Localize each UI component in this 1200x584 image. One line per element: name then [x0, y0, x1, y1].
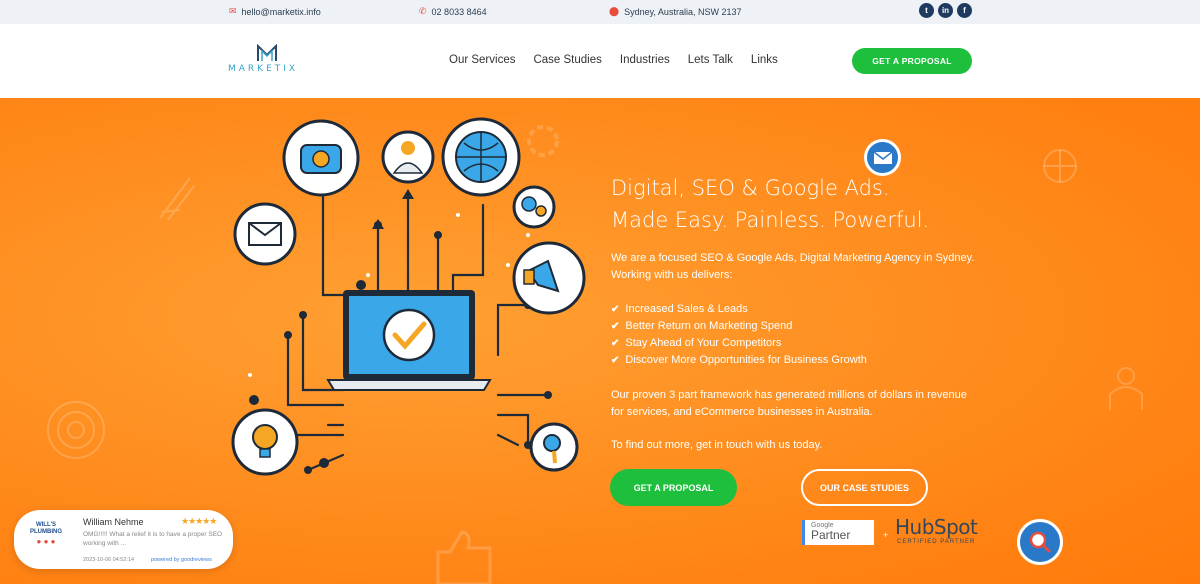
hubspot-label: HubSpot [895, 515, 978, 539]
marketix-logo[interactable]: MARKETIX [228, 44, 308, 80]
logo-text: MARKETIX [228, 64, 299, 74]
globe-outline-icon [1043, 149, 1077, 183]
case-studies-button[interactable]: OUR CASE STUDIES [801, 469, 928, 506]
logo-mark-icon [257, 44, 277, 61]
email-badge-icon [864, 139, 901, 176]
twitter-icon[interactable]: t [919, 3, 934, 18]
location-contact: ⬤ Sydney, Australia, NSW 2137 [609, 6, 741, 17]
check-icon: ✔ [611, 304, 620, 315]
email-contact[interactable]: ✉ hello@marketix.info [229, 6, 321, 17]
benefit-text: Better Return on Marketing Spend [625, 320, 793, 332]
plumbing-icon: ● ● ● [36, 537, 56, 546]
envelope-icon: ✉ [229, 6, 237, 16]
review-date: 2023-10-06 04:52:14 [83, 557, 135, 563]
search-zoom-icon[interactable] [1017, 519, 1063, 565]
nav-case-studies[interactable]: Case Studies [533, 54, 601, 66]
thumbs-up-icon [436, 530, 492, 584]
benefit-text: Stay Ahead of Your Competitors [625, 337, 782, 349]
review-widget[interactable]: WILL'S PLUMBING ● ● ● William Nehme ★★★★… [14, 510, 233, 569]
get-proposal-header-button[interactable]: GET A PROPOSAL [852, 48, 972, 74]
contact-prompt: To find out more, get in touch with us t… [611, 439, 823, 451]
top-contact-bar: ✉ hello@marketix.info ✆ 02 8033 8464 ⬤ S… [0, 0, 1200, 24]
digital-marketing-illustration [231, 117, 586, 476]
reviewer-logo-text: WILL'S PLUMBING [30, 522, 62, 535]
main-nav: Our Services Case Studies Industries Let… [449, 54, 778, 66]
reviewer-name: William Nehme [83, 517, 144, 527]
target-icon [47, 401, 105, 459]
badge-separator: + [883, 530, 889, 540]
hero-headline: Digital, SEO & Google Ads. Made Easy. Pa… [611, 172, 929, 236]
check-icon: ✔ [611, 321, 620, 332]
map-pin-icon: ⬤ [609, 6, 620, 16]
list-item: ✔ Increased Sales & Leads [611, 301, 867, 318]
review-text: OMG!!!!! What a relief it is to have a p… [83, 531, 223, 547]
hubspot-sub-label: CERTIFIED PARTNER [897, 539, 976, 545]
team-icon [1109, 367, 1143, 410]
phone-icon: ✆ [419, 6, 427, 16]
facebook-icon[interactable]: f [957, 3, 972, 18]
benefits-list: ✔ Increased Sales & Leads ✔ Better Return … [611, 301, 867, 369]
nav-industries[interactable]: Industries [620, 54, 670, 66]
google-partner-badge[interactable]: Google Partner [802, 520, 874, 545]
rating-stars: ★★★★★ [181, 516, 217, 526]
list-item: ✔ Better Return on Marketing Spend [611, 318, 867, 335]
site-header: MARKETIX Our Services Case Studies Indus… [0, 24, 1200, 98]
framework-paragraph: Our proven 3 part framework has generate… [611, 389, 967, 418]
nav-lets-talk[interactable]: Lets Talk [688, 54, 733, 66]
hero-intro: We are a focused SEO & Google Ads, Digit… [611, 252, 975, 281]
nav-links[interactable]: Links [751, 54, 778, 66]
partner-label: Partner [811, 528, 851, 542]
benefit-text: Discover More Opportunities for Business… [625, 354, 867, 366]
powered-by-link[interactable]: powered by goodreviews [151, 557, 212, 563]
rocket-icon [159, 177, 195, 221]
linkedin-icon[interactable]: in [938, 3, 953, 18]
hubspot-partner-badge[interactable]: HubSpot CERTIFIED PARTNER [895, 515, 978, 545]
email-text[interactable]: hello@marketix.info [242, 7, 321, 17]
phone-text[interactable]: 02 8033 8464 [432, 7, 487, 17]
check-icon: ✔ [611, 355, 620, 366]
reviewer-logo: WILL'S PLUMBING ● ● ● [23, 522, 69, 558]
headline-line-2: Made Easy. Painless. Powerful. [611, 208, 930, 232]
headline-line-1: Digital, SEO & Google Ads. [611, 176, 890, 200]
benefit-text: Increased Sales & Leads [625, 303, 748, 315]
list-item: ✔ Stay Ahead of Your Competitors [611, 335, 867, 352]
nav-our-services[interactable]: Our Services [449, 54, 515, 66]
social-links: t in f [919, 3, 972, 18]
check-icon: ✔ [611, 338, 620, 349]
phone-contact[interactable]: ✆ 02 8033 8464 [419, 6, 487, 17]
get-proposal-button[interactable]: GET A PROPOSAL [610, 469, 737, 506]
location-text: Sydney, Australia, NSW 2137 [624, 6, 742, 17]
list-item: ✔ Discover More Opportunities for Busines… [611, 352, 867, 369]
